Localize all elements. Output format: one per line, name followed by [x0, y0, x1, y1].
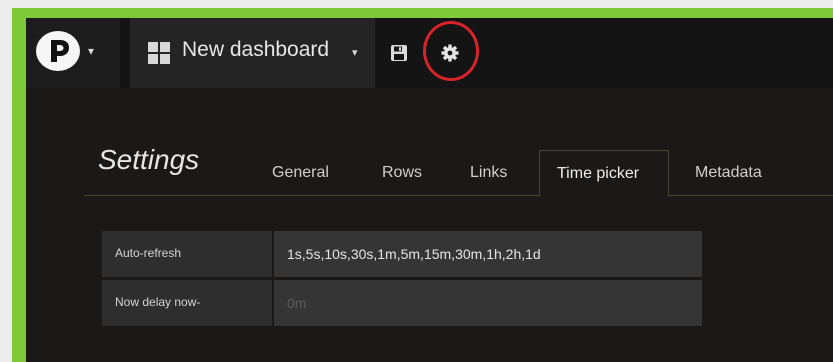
- tab-time-picker[interactable]: Time picker: [539, 150, 669, 196]
- top-navbar: ▾ New dashboard ▾: [26, 18, 833, 88]
- page-title: Settings: [98, 144, 200, 175]
- logo-menu[interactable]: ▾: [26, 18, 120, 88]
- grid-icon: [148, 42, 170, 64]
- p-logo-icon[interactable]: [36, 31, 80, 71]
- dashboard-app: ▾ New dashboard ▾ Settings General Rows …: [26, 18, 833, 362]
- caret-down-icon[interactable]: ▾: [88, 44, 94, 58]
- now-delay-input[interactable]: [274, 280, 702, 326]
- highlight-circle: [423, 21, 479, 81]
- tabs-divider: [84, 195, 833, 196]
- tab-links[interactable]: Links: [470, 164, 507, 182]
- auto-refresh-label: Auto-refresh: [102, 231, 272, 277]
- dashboard-title: New dashboard: [182, 38, 330, 61]
- tab-label: Time picker: [557, 165, 640, 182]
- now-delay-label: Now delay now-: [102, 280, 272, 326]
- auto-refresh-input[interactable]: [274, 231, 702, 277]
- tab-metadata[interactable]: Metadata: [695, 164, 762, 182]
- dashboard-picker-button[interactable]: New dashboard ▾: [130, 18, 375, 88]
- tab-rows[interactable]: Rows: [382, 164, 422, 182]
- tab-general[interactable]: General: [272, 164, 329, 182]
- caret-down-icon: ▾: [352, 46, 358, 59]
- settings-header: Settings General Rows Links Time picker …: [84, 136, 833, 196]
- save-icon[interactable]: [390, 44, 408, 62]
- highlight-frame: ▾ New dashboard ▾ Settings General Rows …: [12, 8, 833, 362]
